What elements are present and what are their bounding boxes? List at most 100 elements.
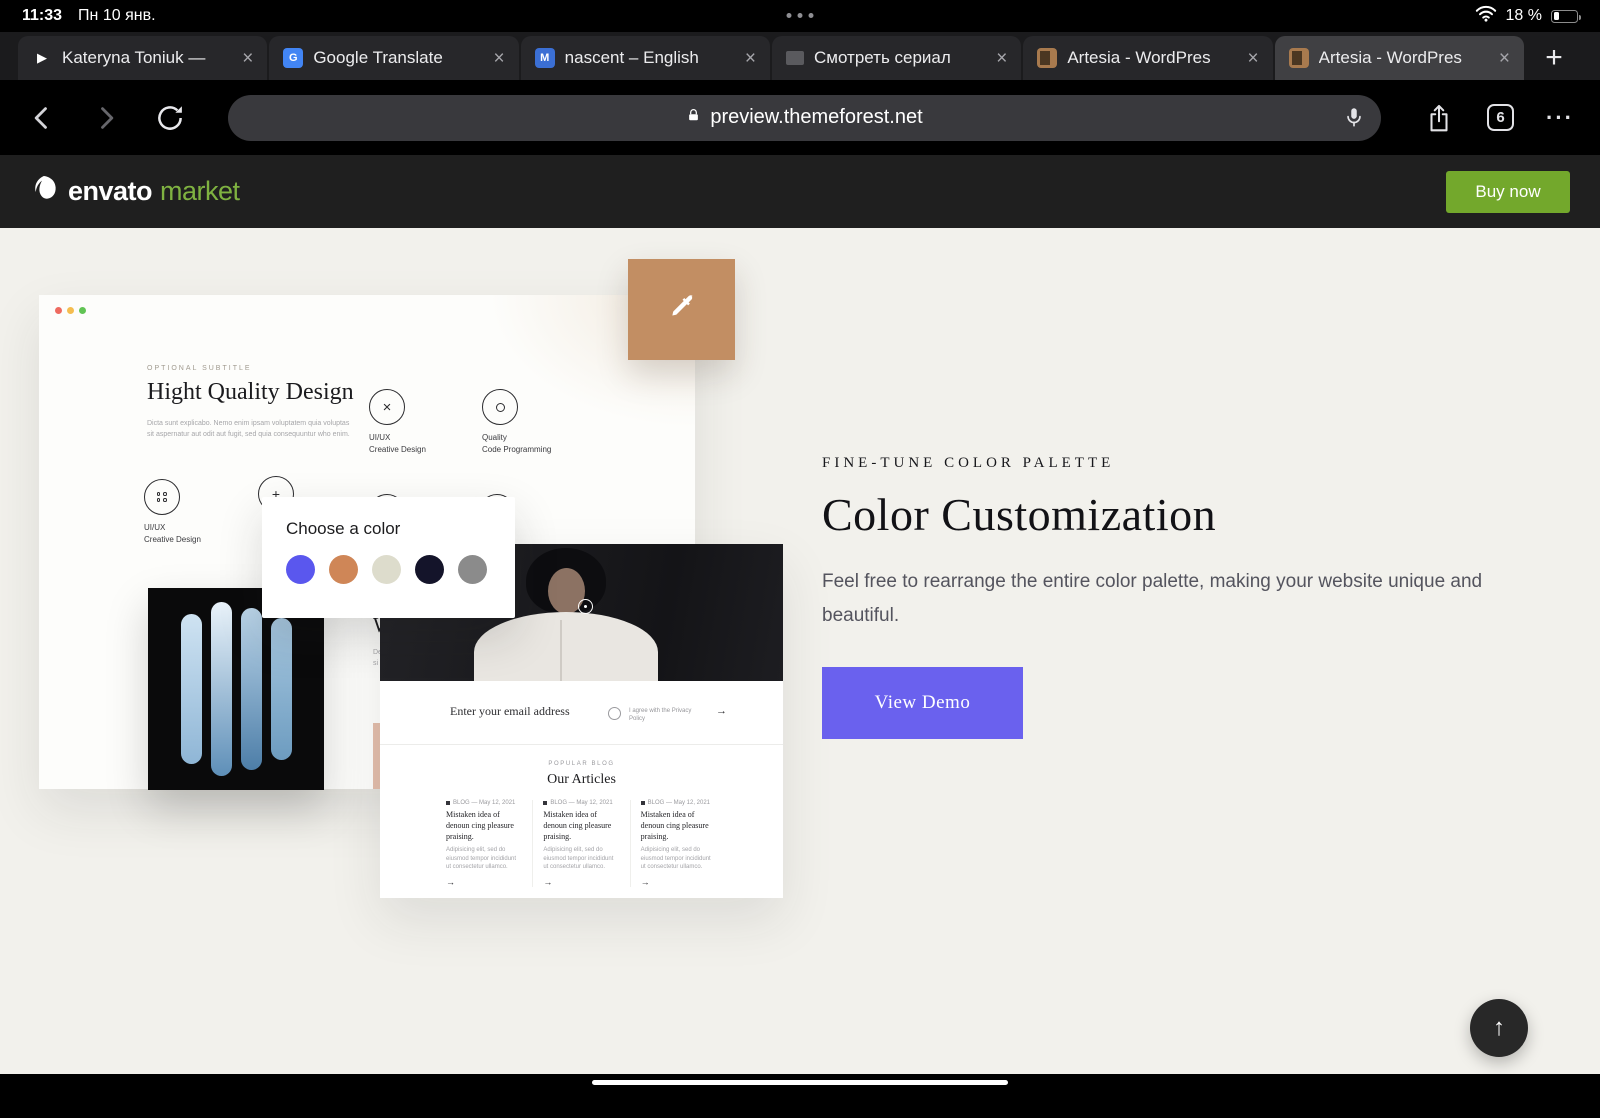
article-meta: BLOG — May 12, 2021 [446, 800, 522, 806]
feature-uiux-1: × UI/UX Creative Design [369, 389, 426, 456]
mic-icon[interactable] [1343, 106, 1365, 133]
preview-subtitle: OPTIONAL SUBTITLE [147, 365, 252, 372]
multitasking-dots-icon[interactable] [786, 13, 814, 18]
dictionary-icon: M [534, 48, 555, 68]
article-card[interactable]: BLOG — May 12, 2021 Mistaken idea of den… [629, 800, 717, 887]
tab-title: Смотреть сериал [813, 48, 951, 67]
feature-description-column: FINE-TUNE COLOR PALETTE Color Customizat… [822, 455, 1512, 740]
back-button[interactable] [26, 104, 58, 132]
tab-overview-button[interactable]: 6 [1487, 104, 1515, 131]
abstract-art-card [148, 588, 324, 790]
eyedropper-icon [667, 292, 697, 327]
address-bar[interactable]: preview.themeforest.net [228, 94, 1382, 141]
color-swatch-copper[interactable] [329, 555, 358, 584]
tab-google-translate[interactable]: G Google Translate × [269, 36, 519, 80]
article-card[interactable]: BLOG — May 12, 2021 Mistaken idea of den… [446, 800, 522, 887]
artesia-favicon-icon [1288, 48, 1309, 68]
section-title: Color Customization [822, 489, 1217, 540]
article-excerpt: Adipisicing elit, sed do eiusmod tempor … [446, 847, 517, 871]
browser-menu-button[interactable]: ··· [1546, 105, 1574, 131]
envato-wordmark: envato [68, 176, 153, 206]
newsletter-section: Enter your email address I agree with th… [380, 681, 783, 744]
page-icon [785, 51, 804, 65]
close-icon[interactable]: × [494, 49, 505, 68]
articles-row: BLOG — May 12, 2021 Mistaken idea of den… [446, 800, 717, 887]
tab-serial[interactable]: Смотреть сериал × [771, 36, 1022, 80]
tab-artesia-2-active[interactable]: Artesia - WordPres × [1274, 36, 1524, 80]
article-excerpt: Adipisicing elit, sed do eiusmod tempor … [543, 847, 614, 871]
feature-label: UI/UX Creative Design [369, 433, 426, 454]
tab-bar: ▶ Kateryna Toniuk — × G Google Translate… [0, 32, 1600, 80]
color-swatch-gray[interactable] [458, 555, 487, 584]
new-tab-button[interactable]: + [1526, 36, 1582, 80]
close-icon[interactable]: × [242, 49, 253, 68]
read-more-arrow-icon[interactable]: → [641, 877, 717, 887]
preview-body-text: Dicta sunt explicabo. Nemo enim ipsam vo… [147, 420, 350, 438]
articles-eyebrow: POPULAR BLOG [548, 761, 615, 767]
close-icon[interactable]: × [1499, 49, 1510, 68]
submit-arrow-icon[interactable]: → [716, 705, 727, 717]
tab-title: Artesia - WordPres [1067, 48, 1211, 67]
color-swatch-black[interactable] [415, 555, 444, 584]
wifi-icon [1475, 5, 1497, 27]
artesia-favicon-icon [1037, 48, 1058, 68]
article-meta: BLOG — May 12, 2021 [543, 800, 619, 806]
meta-square-icon [640, 801, 645, 805]
play-icon: ▶ [37, 50, 47, 65]
meta-square-icon [446, 801, 450, 805]
lock-icon [686, 108, 701, 128]
feature-label: Quality Code Programming [482, 433, 552, 454]
arrow-up-icon: ↑ [1493, 1014, 1505, 1041]
email-input[interactable]: Enter your email address [450, 704, 570, 719]
article-title: Mistaken idea of denoun cing pleasure pr… [640, 810, 709, 841]
clock: 11:33 [22, 7, 63, 24]
swatch-row [286, 555, 487, 584]
window-dots-icon [55, 307, 86, 314]
preview-heading: Hight Quality Design [147, 379, 354, 405]
bottom-bar [0, 1074, 1600, 1118]
reload-button[interactable] [154, 103, 186, 133]
article-card[interactable]: BLOG — May 12, 2021 Mistaken idea of den… [532, 800, 619, 887]
status-date: Пн 10 янв. [78, 7, 156, 24]
buy-now-button[interactable]: Buy now [1446, 170, 1570, 213]
article-title: Mistaken idea of denoun cing pleasure pr… [446, 810, 514, 841]
feature-quality-1: Quality Code Programming [482, 389, 551, 456]
eyedropper-tile[interactable] [628, 259, 735, 360]
tab-artesia-1[interactable]: Artesia - WordPres × [1023, 36, 1273, 80]
close-icon[interactable]: × [996, 49, 1007, 68]
feature-uiux-2: UI/UX Creative Design [144, 479, 201, 546]
pill-shape [240, 608, 262, 770]
view-demo-button[interactable]: View Demo [822, 667, 1023, 740]
envato-logo[interactable]: envato market [30, 173, 240, 210]
close-icon[interactable]: × [1248, 49, 1259, 68]
picker-target-icon [578, 599, 593, 614]
color-swatch-indigo[interactable] [286, 555, 315, 584]
close-icon[interactable]: × [745, 49, 756, 68]
privacy-note: I agree with the Privacy Policy [629, 708, 692, 722]
status-right: 18 % [1475, 5, 1581, 27]
url-text: preview.themeforest.net [710, 106, 923, 128]
tab-dictionary[interactable]: M nascent – English × [520, 36, 770, 80]
dot-circle-icon [482, 389, 518, 425]
color-swatch-beige[interactable] [372, 555, 401, 584]
forward-button[interactable] [90, 104, 122, 132]
page-content: OPTIONAL SUBTITLE Hight Quality Design D… [0, 228, 1600, 1074]
scroll-to-top-button[interactable]: ↑ [1470, 999, 1528, 1057]
status-bar: 11:33 Пн 10 янв. 18 % [0, 0, 1600, 32]
tab-title: Kateryna Toniuk — [62, 48, 206, 67]
article-excerpt: Adipisicing elit, sed do eiusmod tempor … [640, 847, 711, 871]
pill-shape [270, 618, 292, 760]
read-more-arrow-icon[interactable]: → [446, 877, 522, 887]
share-icon[interactable] [1423, 103, 1455, 133]
meta-square-icon [543, 801, 548, 805]
pill-shape [210, 602, 232, 776]
pill-shape [180, 614, 202, 764]
read-more-arrow-icon[interactable]: → [543, 877, 619, 887]
home-indicator[interactable] [592, 1080, 1008, 1085]
checkbox-icon[interactable] [608, 707, 621, 720]
article-meta: BLOG — May 12, 2021 [640, 800, 717, 806]
battery-percent: 18 % [1505, 7, 1542, 24]
popup-title: Choose a color [286, 519, 401, 538]
envato-leaf-icon [30, 173, 60, 210]
tab-youtube[interactable]: ▶ Kateryna Toniuk — × [18, 36, 268, 80]
